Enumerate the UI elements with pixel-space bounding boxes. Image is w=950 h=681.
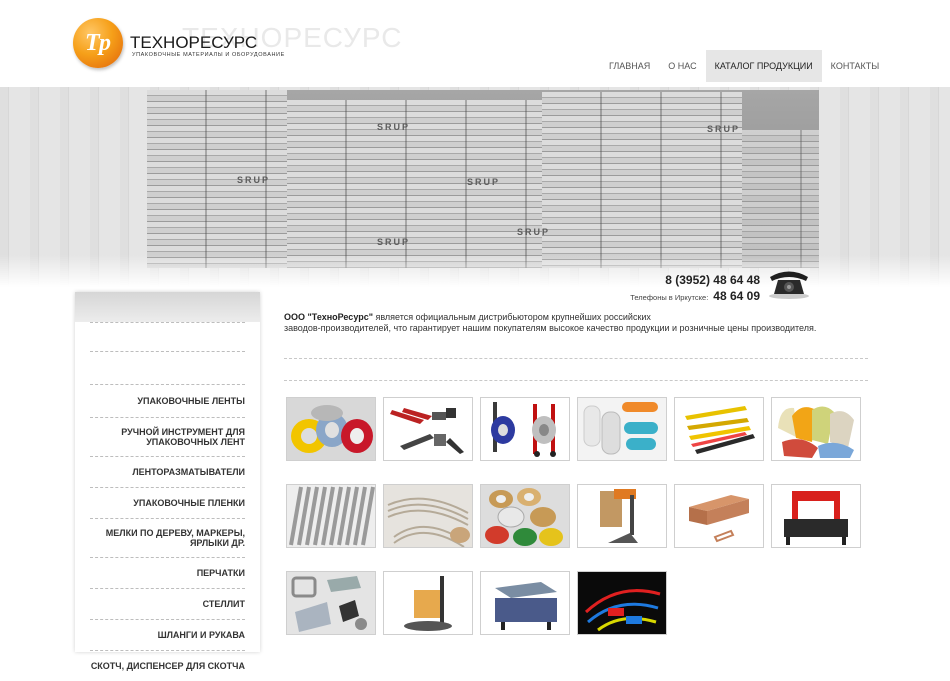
product-hand-tools[interactable] [383,397,473,461]
product-strapping-machine[interactable] [771,484,861,548]
telephone-icon [769,271,809,299]
product-pallet-wrapper[interactable] [383,571,473,635]
intro-line-2: заводов-производителей, что гарантирует … [284,323,817,333]
product-buckles[interactable] [286,571,376,635]
stack-mark: SRUP [467,177,501,187]
catalog-sidebar: УПАКОВОЧНЫЕ ЛЕНТЫ РУЧНОЙ ИНСТРУМЕНТ ДЛЯ … [75,292,260,671]
main-nav: ГЛАВНАЯ О НАС КАТАЛОГ ПРОДУКЦИИ КОНТАКТЫ [600,50,888,82]
steel-rods-icon [287,485,375,547]
product-scotch[interactable] [480,484,570,548]
product-films[interactable] [577,397,667,461]
product-gloves[interactable] [771,397,861,461]
sidebar-header [75,292,260,322]
sidebar-item-stellit[interactable]: СТЕЛЛИТ [90,588,245,619]
sidebar-item-hand-tools[interactable]: РУЧНОЙ ИНСТРУМЕНТ ДЛЯ УПАКОВОЧНЫХ ЛЕНТ [90,417,245,456]
product-seals[interactable] [577,571,667,635]
hero-banner: SRUP SRUP SRUP SRUP SRUP SRUP [0,87,950,287]
product-carton-stapler[interactable] [577,484,667,548]
divider [284,358,868,359]
sidebar-item-strapping-tapes[interactable]: УПАКОВОЧНЫЕ ЛЕНТЫ [90,384,245,417]
security-seals-icon [578,572,666,634]
sidebar-item-films[interactable]: УПАКОВОЧНЫЕ ПЛЕНКИ [90,487,245,518]
sidebar-item-gloves[interactable]: ПЕРЧАТКИ [90,557,245,588]
phone-main[interactable]: 8 (3952) 48 64 48 [630,273,760,287]
product-stellit[interactable] [286,484,376,548]
sidebar-item-markers[interactable]: МЕЛКИ ПО ДЕРЕВУ, МАРКЕРЫ, ЯРЛЫКИ ДР. [90,518,245,557]
site-header: ТЕХНОРЕСУРС Тр ТЕХНОРЕСУРС УПАКОВОЧНЫЕ М… [0,0,950,90]
stack-mark: SRUP [517,227,551,237]
lumber-stacks-image: SRUP SRUP SRUP SRUP SRUP SRUP [147,90,819,268]
intro-text: ООО "ТехноРесурс" является официальным д… [284,312,874,334]
phone-label: Телефоны в Иркутске: [630,293,709,302]
work-gloves-icon [778,406,854,458]
logo-letters: Тр [84,30,112,56]
carton-stapler-icon [600,489,638,543]
logo-title[interactable]: ТЕХНОРЕСУРС [130,33,257,53]
stack-mark: SRUP [377,237,411,247]
sidebar-item-blank[interactable] [90,322,245,351]
product-hoses[interactable] [383,484,473,548]
pallet-wrapper-icon [404,576,452,631]
company-name: ООО "ТехноРесурс" [284,312,373,322]
adhesive-tape-rolls-icon [481,485,569,547]
strapping-machine-icon [784,491,848,545]
product-dispensers[interactable] [480,397,570,461]
product-staples[interactable] [674,484,764,548]
logo-icon[interactable]: Тр [73,18,123,68]
product-markers[interactable] [674,397,764,461]
nav-item-contacts[interactable]: КОНТАКТЫ [822,50,889,82]
tape-dispenser-cart-icon [491,402,556,457]
divider [284,380,868,381]
nav-item-about[interactable]: О НАС [659,50,705,82]
wood-markers-icon [685,406,755,454]
staples-icon [689,495,749,543]
logo-subtitle: УПАКОВОЧНЫЕ МАТЕРИАЛЫ И ОБОРУДОВАНИЕ [132,52,285,58]
stack-mark: SRUP [377,122,411,132]
phone-second[interactable]: 48 64 09 [713,289,760,303]
nav-item-catalog[interactable]: КАТАЛОГ ПРОДУКЦИИ [705,50,822,82]
strap-buckles-icon [287,572,375,634]
sidebar-item-blank [90,351,245,384]
contact-phones: 8 (3952) 48 64 48 Телефоны в Иркутске: 48… [630,273,760,305]
shrink-wrap-machine-icon [495,582,557,630]
product-strapping-tapes[interactable] [286,397,376,461]
intro-line-1: является официальным дистрибьютором круп… [372,312,651,322]
strapping-tape-rolls-icon [287,398,375,460]
nav-item-home[interactable]: ГЛАВНАЯ [600,50,659,82]
sidebar-item-dispensers[interactable]: ЛЕНТОРАЗМАТЫВАТЕЛИ [90,456,245,487]
sidebar-item-hoses[interactable]: ШЛАНГИ И РУКАВА [90,619,245,650]
stack-mark: SRUP [707,124,741,134]
product-shrink-machine[interactable] [480,571,570,635]
stretch-film-rolls-icon [578,398,666,460]
flexible-hoses-icon [384,485,472,547]
sidebar-item-scotch[interactable]: СКОТЧ, ДИСПЕНСЕР ДЛЯ СКОТЧА [90,650,245,681]
strapping-hand-tools-icon [390,408,464,454]
stack-mark: SRUP [237,175,271,185]
